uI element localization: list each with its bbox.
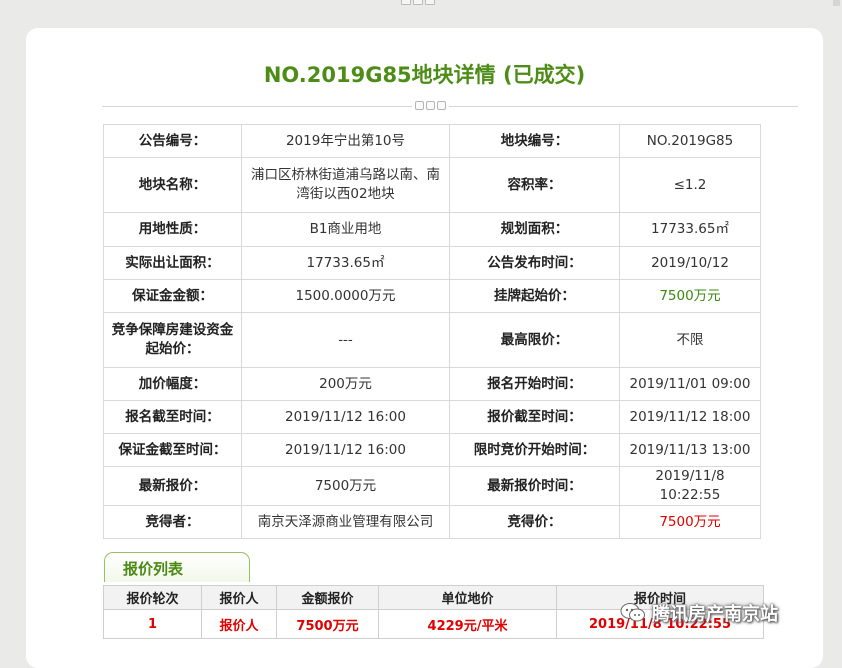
notice-number-value: 2019年宁出第10号 <box>241 124 450 158</box>
notice-number-label: 公告编号： <box>103 124 242 158</box>
latest-bid-value: 7500万元 <box>241 466 450 506</box>
latest-bid-label: 最新报价： <box>103 466 242 506</box>
plot-ratio-value: ≤1.2 <box>619 157 761 213</box>
increment-label: 加价幅度： <box>103 367 242 401</box>
land-use-label: 用地性质： <box>103 212 242 247</box>
actual-area-value: 17733.65㎡ <box>241 246 450 280</box>
bid-deadline-value: 2019/11/12 18:00 <box>619 400 761 434</box>
planned-area-value: 17733.65㎡ <box>619 212 761 247</box>
wechat-icon <box>620 603 645 622</box>
bid-round-cell: 1 <box>103 609 202 639</box>
details-row: 竞得者： 南京天泽源商业管理有限公司 竞得价： 7500万元 <box>103 505 761 539</box>
land-details-table: 公告编号： 2019年宁出第10号 地块编号： NO.2019G85 地块名称：… <box>103 124 761 539</box>
publish-time-value: 2019/10/12 <box>619 246 761 280</box>
max-price-value: 不限 <box>619 312 761 368</box>
top-handle <box>401 0 435 6</box>
parcel-name-value: 浦口区桥林街道浦乌路以南、南湾街以西02地块 <box>241 157 450 213</box>
housing-fund-start-value: --- <box>241 312 450 368</box>
parcel-name-label: 地块名称： <box>103 157 242 213</box>
title-divider <box>102 106 798 107</box>
details-row: 加价幅度： 200万元 报名开始时间： 2019/11/01 09:00 <box>103 367 761 401</box>
deposit-amount-label: 保证金金额： <box>103 279 242 313</box>
details-row: 用地性质： B1商业用地 规划面积： 17733.65㎡ <box>103 212 761 247</box>
details-row: 地块名称： 浦口区桥林街道浦乌路以南、南湾街以西02地块 容积率： ≤1.2 <box>103 157 761 213</box>
detail-panel: NO.2019G85地块详情 (已成交) 公告编号： 2019年宁出第10号 地… <box>26 28 823 668</box>
land-use-value: B1商业用地 <box>241 212 450 247</box>
parcel-number-value: NO.2019G85 <box>619 124 761 158</box>
housing-fund-start-label: 竞争保障房建设资金起始价： <box>103 312 242 368</box>
winning-price-label: 竞得价： <box>449 505 620 539</box>
bidder-cell: 报价人 <box>201 609 277 639</box>
amount-cell: 7500万元 <box>276 609 379 639</box>
increment-value: 200万元 <box>241 367 450 401</box>
details-row: 实际出让面积： 17733.65㎡ 公告发布时间： 2019/10/12 <box>103 246 761 280</box>
divider-ornament <box>412 101 449 110</box>
unit-price-cell: 4229元/平米 <box>378 609 557 639</box>
watermark-text: 腾讯房产南京站 <box>652 604 778 625</box>
unit-price-header: 单位地价 <box>378 585 557 610</box>
registration-start-label: 报名开始时间： <box>449 367 620 401</box>
timed-bid-start-value: 2019/11/13 13:00 <box>619 433 761 467</box>
winning-price-value: 7500万元 <box>619 505 761 539</box>
parcel-number-label: 地块编号： <box>449 124 620 158</box>
timed-bid-start-label: 限时竞价开始时间： <box>449 433 620 467</box>
actual-area-label: 实际出让面积： <box>103 246 242 280</box>
details-row: 报名截至时间： 2019/11/12 16:00 报价截至时间： 2019/11… <box>103 400 761 434</box>
page-title: NO.2019G85地块详情 (已成交) <box>263 63 586 87</box>
amount-header: 金额报价 <box>276 585 379 610</box>
details-row: 保证金截至时间： 2019/11/12 16:00 限时竞价开始时间： 2019… <box>103 433 761 467</box>
deposit-amount-value: 1500.0000万元 <box>241 279 450 313</box>
registration-deadline-label: 报名截至时间： <box>103 400 242 434</box>
deposit-deadline-value: 2019/11/12 16:00 <box>241 433 450 467</box>
latest-bid-time-label: 最新报价时间： <box>449 466 620 506</box>
details-row: 公告编号： 2019年宁出第10号 地块编号： NO.2019G85 <box>103 124 761 158</box>
starting-price-value: 7500万元 <box>619 279 761 313</box>
plot-ratio-label: 容积率： <box>449 157 620 213</box>
bid-round-header: 报价轮次 <box>103 585 202 610</box>
tab-bid-list[interactable]: 报价列表 <box>104 552 250 582</box>
publish-time-label: 公告发布时间： <box>449 246 620 280</box>
watermark: 腾讯房产南京站 <box>620 598 778 628</box>
corner-mark <box>833 0 840 6</box>
registration-start-value: 2019/11/01 09:00 <box>619 367 761 401</box>
details-row: 竞争保障房建设资金起始价： --- 最高限价： 不限 <box>103 312 761 368</box>
bidder-header: 报价人 <box>201 585 277 610</box>
registration-deadline-value: 2019/11/12 16:00 <box>241 400 450 434</box>
deposit-deadline-label: 保证金截至时间： <box>103 433 242 467</box>
starting-price-label: 挂牌起始价： <box>449 279 620 313</box>
planned-area-label: 规划面积： <box>449 212 620 247</box>
latest-bid-time-value: 2019/11/8 10:22:55 <box>619 466 761 506</box>
max-price-label: 最高限价： <box>449 312 620 368</box>
winner-label: 竞得者： <box>103 505 242 539</box>
winner-value: 南京天泽源商业管理有限公司 <box>241 505 450 539</box>
bid-deadline-label: 报价截至时间： <box>449 400 620 434</box>
details-row: 保证金金额： 1500.0000万元 挂牌起始价： 7500万元 <box>103 279 761 313</box>
details-row: 最新报价： 7500万元 最新报价时间： 2019/11/8 10:22:55 <box>103 466 761 506</box>
